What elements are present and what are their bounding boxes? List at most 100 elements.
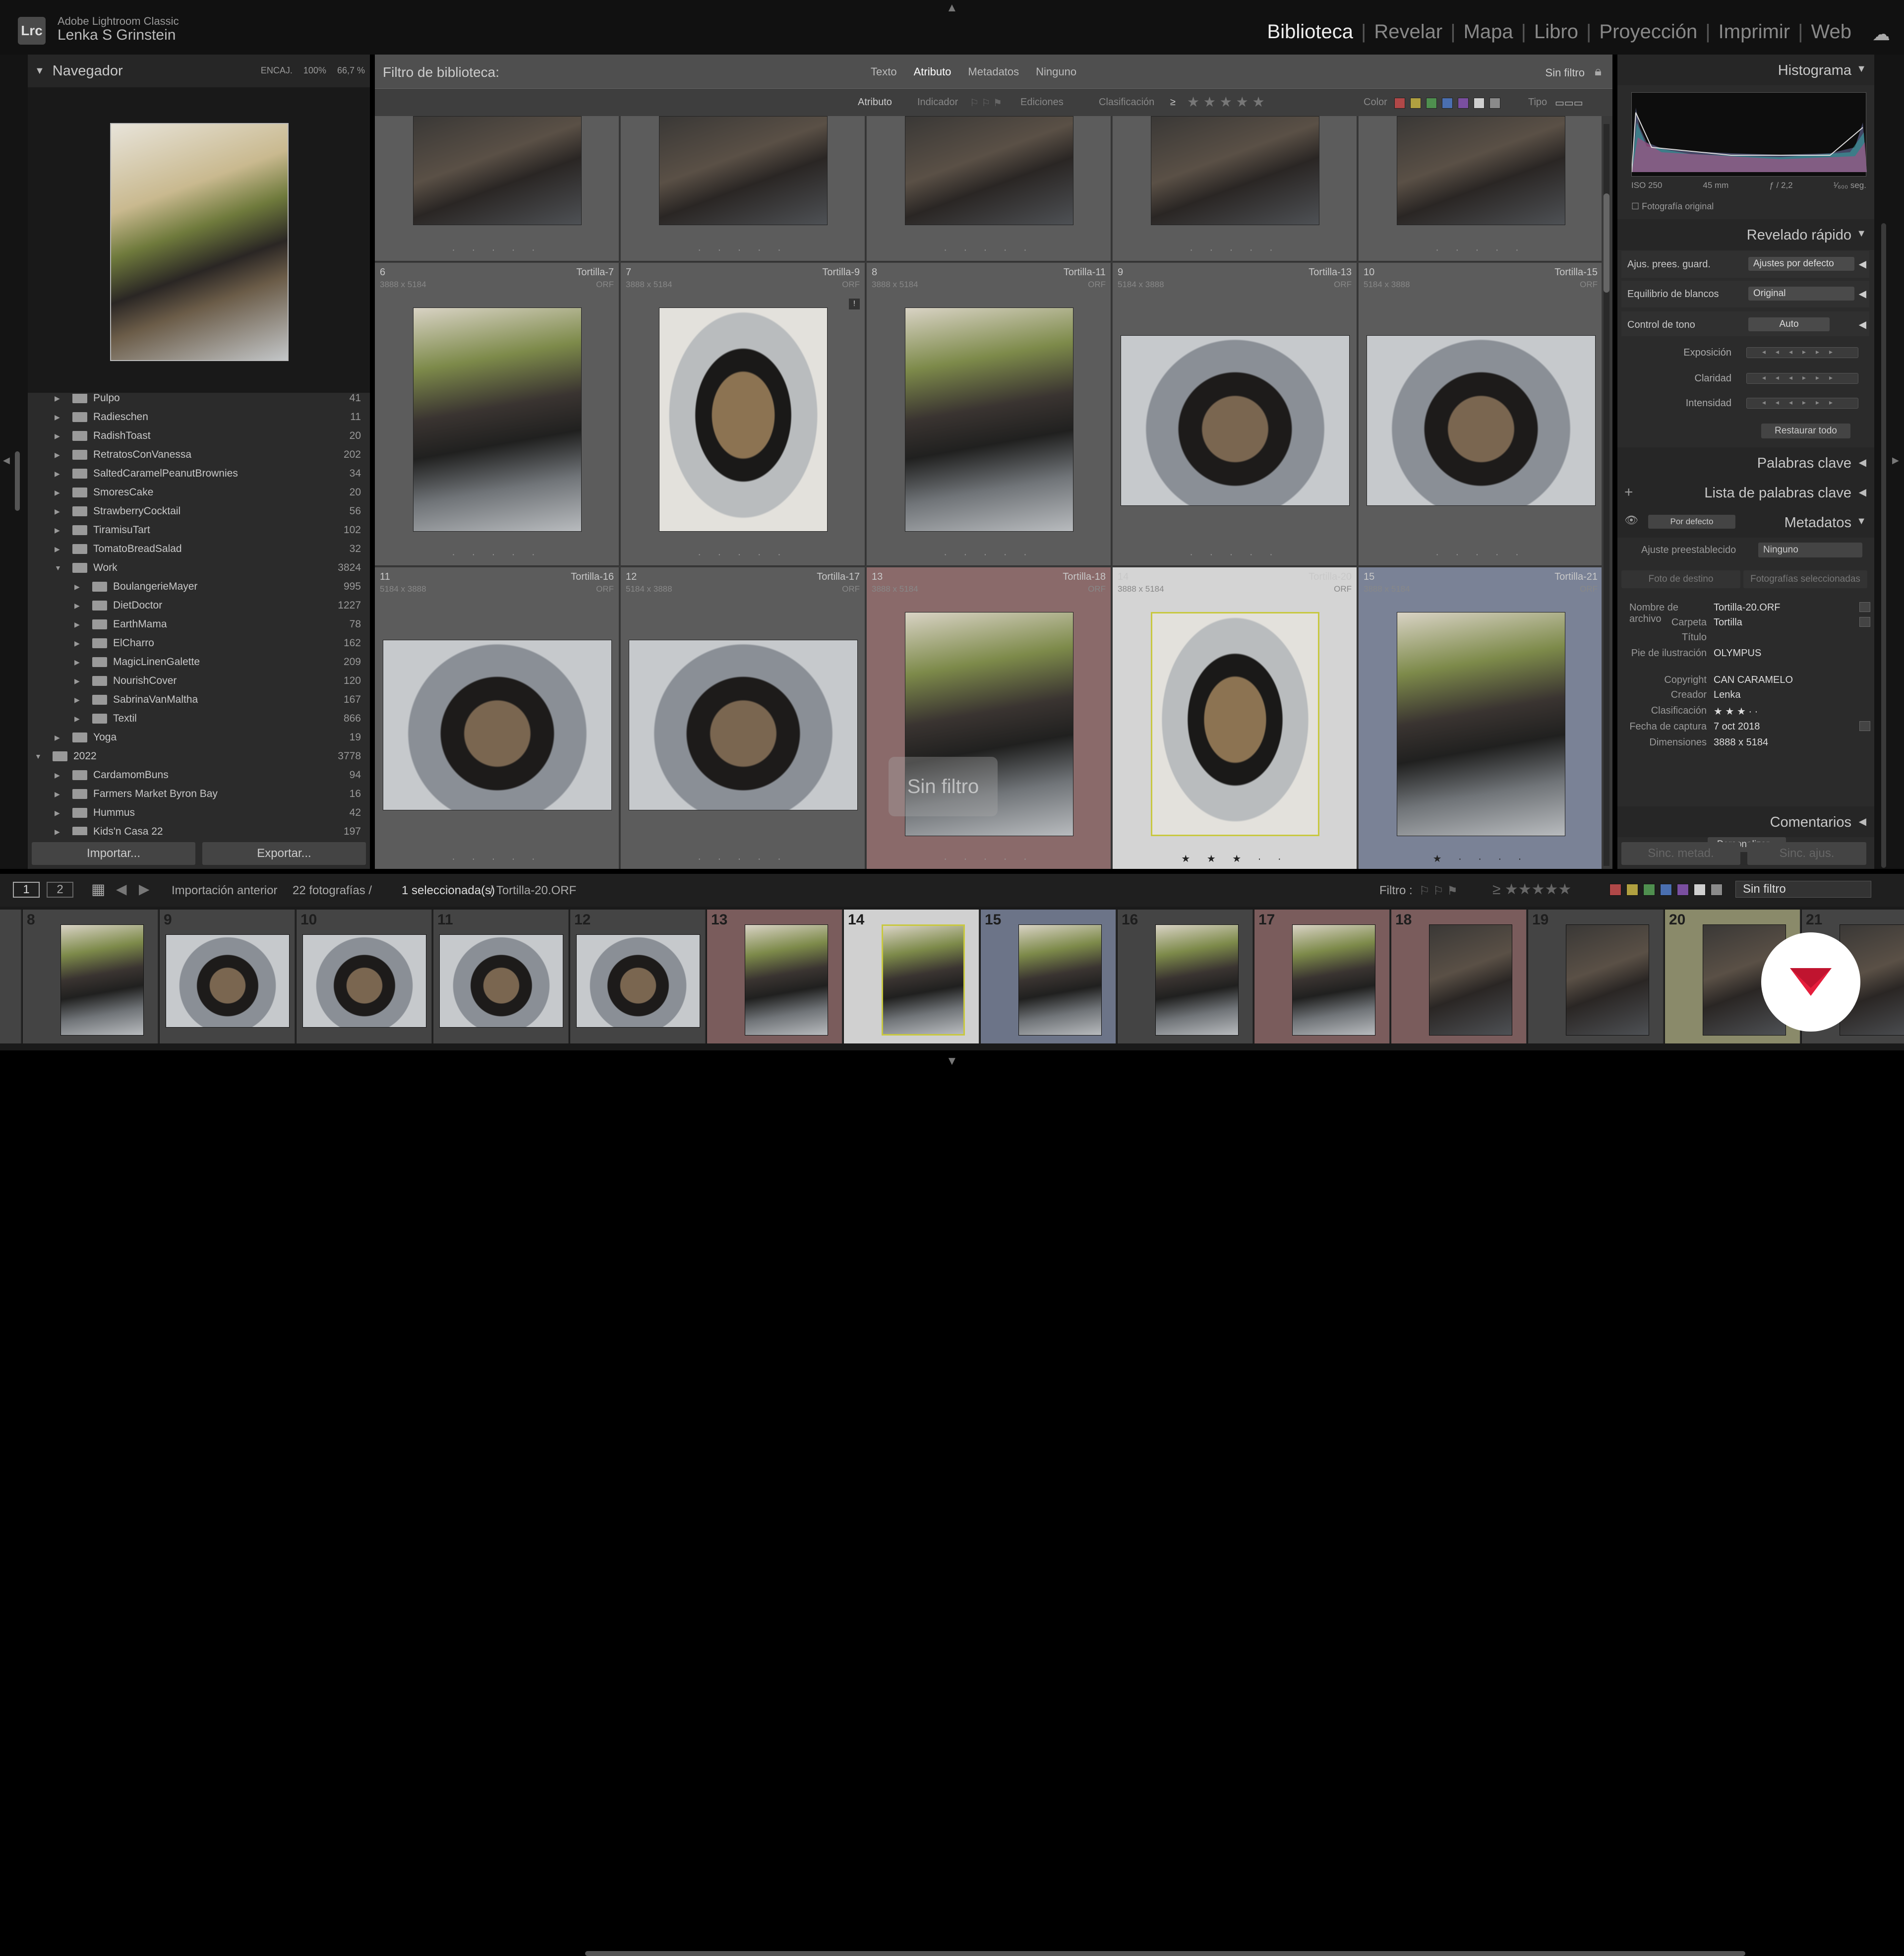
collapsed-triangle-icon[interactable]: ▶ [74, 583, 80, 591]
secondary-window-button[interactable]: 2 [47, 882, 73, 898]
filter-tab-attribute[interactable]: Atributo [914, 65, 952, 78]
metadata-header[interactable]: 👁︎ Por defecto Metadatos ▼ [1617, 507, 1874, 538]
color-label-swatch[interactable] [1442, 98, 1453, 109]
metadata-field-value[interactable]: Lenka [1714, 689, 1741, 701]
folder-item[interactable]: ▶ Hummus 42 [28, 803, 370, 822]
rating-stars[interactable]: ★ · · · · [1359, 853, 1602, 865]
collapsed-triangle-icon[interactable]: ▶ [74, 658, 80, 667]
folder-item[interactable]: ▼ 2022 3778 [28, 747, 370, 766]
collapsed-triangle-icon[interactable]: ▶ [74, 677, 80, 685]
filmstrip-color-swatch[interactable] [1626, 884, 1638, 896]
navigator-preview[interactable] [28, 87, 370, 393]
filmstrip-cell[interactable]: 12 [570, 910, 706, 1043]
filmstrip-cell[interactable]: 10 [297, 910, 432, 1043]
thumbnail-image[interactable] [1397, 116, 1565, 225]
grid-cell[interactable]: 7 Tortilla-9 3888 x 5184 ORF · · · · ·! [621, 263, 866, 566]
rating-stars[interactable]: · · · · · [375, 549, 619, 560]
nav-zoom-option[interactable]: 66,7 % [337, 65, 365, 76]
color-label-swatch[interactable] [1458, 98, 1469, 109]
module-web[interactable]: Web [1803, 21, 1859, 43]
rating-stars[interactable]: · · · · · [1359, 244, 1602, 256]
filmstrip-cell[interactable]: 15 [981, 910, 1117, 1043]
metadata-set-select[interactable]: Por defecto [1648, 515, 1735, 529]
collapsed-triangle-icon[interactable]: ▶ [74, 620, 80, 629]
filmstrip-color-swatch[interactable] [1677, 884, 1689, 896]
cloud-icon[interactable]: ☁ [1872, 24, 1890, 45]
rating-stars[interactable]: · · · · · [621, 854, 865, 865]
filter-tab-text[interactable]: Texto [871, 65, 897, 78]
filmstrip-scrollbar[interactable] [585, 1951, 1745, 1956]
filmstrip-source[interactable]: Importación anterior [172, 884, 277, 898]
collapsed-triangle-icon[interactable]: ▶ [55, 771, 60, 780]
collapsed-triangle-icon[interactable]: ▶ [55, 470, 60, 478]
grid-cell[interactable]: · · · · · [867, 116, 1112, 262]
vibrance-stepper[interactable]: ◂◂◂▸▸▸ [1746, 398, 1858, 409]
collapsed-triangle-icon[interactable]: ▶ [55, 545, 60, 553]
color-label-swatch[interactable] [1410, 98, 1421, 109]
collapsed-triangle-icon[interactable]: ▶ [55, 394, 60, 403]
collapsed-triangle-icon[interactable]: ▶ [55, 734, 60, 742]
field-action-icon[interactable] [1859, 602, 1870, 612]
folder-item[interactable]: ▶ Radieschen 11 [28, 408, 370, 427]
expand-triangle-icon[interactable]: ◀ [1859, 258, 1866, 270]
collapsed-triangle-icon[interactable]: ▶ [55, 828, 60, 836]
histogram-header[interactable]: Histograma ▼ [1617, 55, 1874, 85]
rating-stars[interactable]: · · · · · [1113, 244, 1357, 256]
filter-preset-select[interactable]: Sin filtro [1546, 66, 1585, 79]
metadata-field-value[interactable]: Tortilla-20.ORF [1714, 602, 1780, 613]
grid-cell[interactable]: 10 Tortilla-15 5184 x 3888 ORF · · · · · [1359, 263, 1602, 566]
folder-item[interactable]: ▶ RadishToast 20 [28, 427, 370, 445]
filmstrip-cell[interactable]: 16 [1118, 910, 1253, 1043]
histogram-graph[interactable] [1631, 92, 1867, 177]
filmstrip-cell[interactable]: 8 [23, 910, 159, 1043]
folder-item[interactable]: ▶ Farmers Market Byron Bay 16 [28, 785, 370, 803]
filmstrip-filter-select[interactable]: Sin filtro [1735, 881, 1871, 898]
right-scroll-handle[interactable] [1881, 223, 1886, 868]
collapse-bottom-arrow-icon[interactable]: ▼ [946, 1054, 958, 1068]
rating-stars[interactable]: · · · · · [867, 854, 1111, 865]
expanded-triangle-icon[interactable]: ▼ [35, 752, 42, 760]
thumbnail-image[interactable] [905, 307, 1073, 532]
collapsed-triangle-icon[interactable]: ▶ [55, 507, 60, 516]
folder-item[interactable]: ▶ Pulpo 41 [28, 394, 370, 408]
rating-stars[interactable]: · · · · · [375, 244, 619, 256]
folder-item[interactable]: ▶ SaltedCaramelPeanutBrownies 34 [28, 464, 370, 483]
nav-fit-option[interactable]: ENCAJ. [261, 65, 293, 76]
comments-header[interactable]: Comentarios ◀ [1617, 806, 1874, 837]
grid-scroll-thumb[interactable] [1604, 193, 1609, 293]
folder-item[interactable]: ▶ MagicLinenGalette 209 [28, 653, 370, 672]
saved-preset-select[interactable]: Ajustes por defecto [1748, 257, 1854, 271]
export-button[interactable]: Exportar... [202, 842, 366, 865]
thumbnail-image[interactable] [905, 116, 1073, 225]
flag-filter-icons[interactable]: ⚐ ⚐ ⚑ [970, 97, 1002, 109]
color-label-swatch[interactable] [1426, 98, 1437, 109]
collapsed-triangle-icon[interactable]: ▶ [55, 432, 60, 440]
filmstrip-color-swatch[interactable] [1711, 884, 1723, 896]
metadata-field-value[interactable]: 3888 x 5184 [1714, 737, 1768, 748]
thumbnail-image[interactable] [1151, 612, 1319, 836]
thumbnail-image[interactable] [413, 307, 582, 532]
folder-item[interactable]: ▶ ElCharro 162 [28, 634, 370, 653]
left-scroll-handle[interactable] [15, 451, 20, 511]
filter-tab-none[interactable]: Ninguno [1036, 65, 1076, 78]
filmstrip-color-swatch[interactable] [1643, 884, 1655, 896]
eye-icon[interactable]: 👁︎ [1624, 514, 1638, 527]
grid-cell[interactable]: 13 Tortilla-18 3888 x 5184 ORF · · · · · [867, 567, 1112, 869]
forward-arrow-icon[interactable]: ▶ [139, 881, 150, 897]
folder-item[interactable]: ▶ CardamomBuns 94 [28, 766, 370, 785]
grid-view-icon[interactable]: ▦ [91, 881, 105, 898]
lock-icon[interactable]: 🔒︎ [1595, 63, 1602, 79]
collapse-triangle-icon[interactable]: ▼ [35, 65, 45, 77]
expand-triangle-icon[interactable]: ◀ [1859, 815, 1866, 828]
add-keyword-icon[interactable]: + [1624, 484, 1633, 501]
grid-cell[interactable]: 11 Tortilla-16 5184 x 3888 ORF · · · · · [375, 567, 620, 869]
folder-item[interactable]: ▶ Textil 866 [28, 709, 370, 728]
collapsed-triangle-icon[interactable]: ▶ [55, 451, 60, 459]
thumbnail-image[interactable] [383, 640, 612, 810]
folder-item[interactable]: ▶ Yoga 19 [28, 728, 370, 747]
collapse-triangle-icon[interactable]: ▼ [1856, 516, 1866, 527]
color-label-swatch[interactable] [1489, 98, 1500, 109]
grid-cell[interactable]: · · · · · [1359, 116, 1602, 262]
auto-tone-button[interactable]: Auto [1748, 317, 1830, 331]
metadata-field-value[interactable]: ★ ★ ★ · · [1714, 705, 1758, 718]
